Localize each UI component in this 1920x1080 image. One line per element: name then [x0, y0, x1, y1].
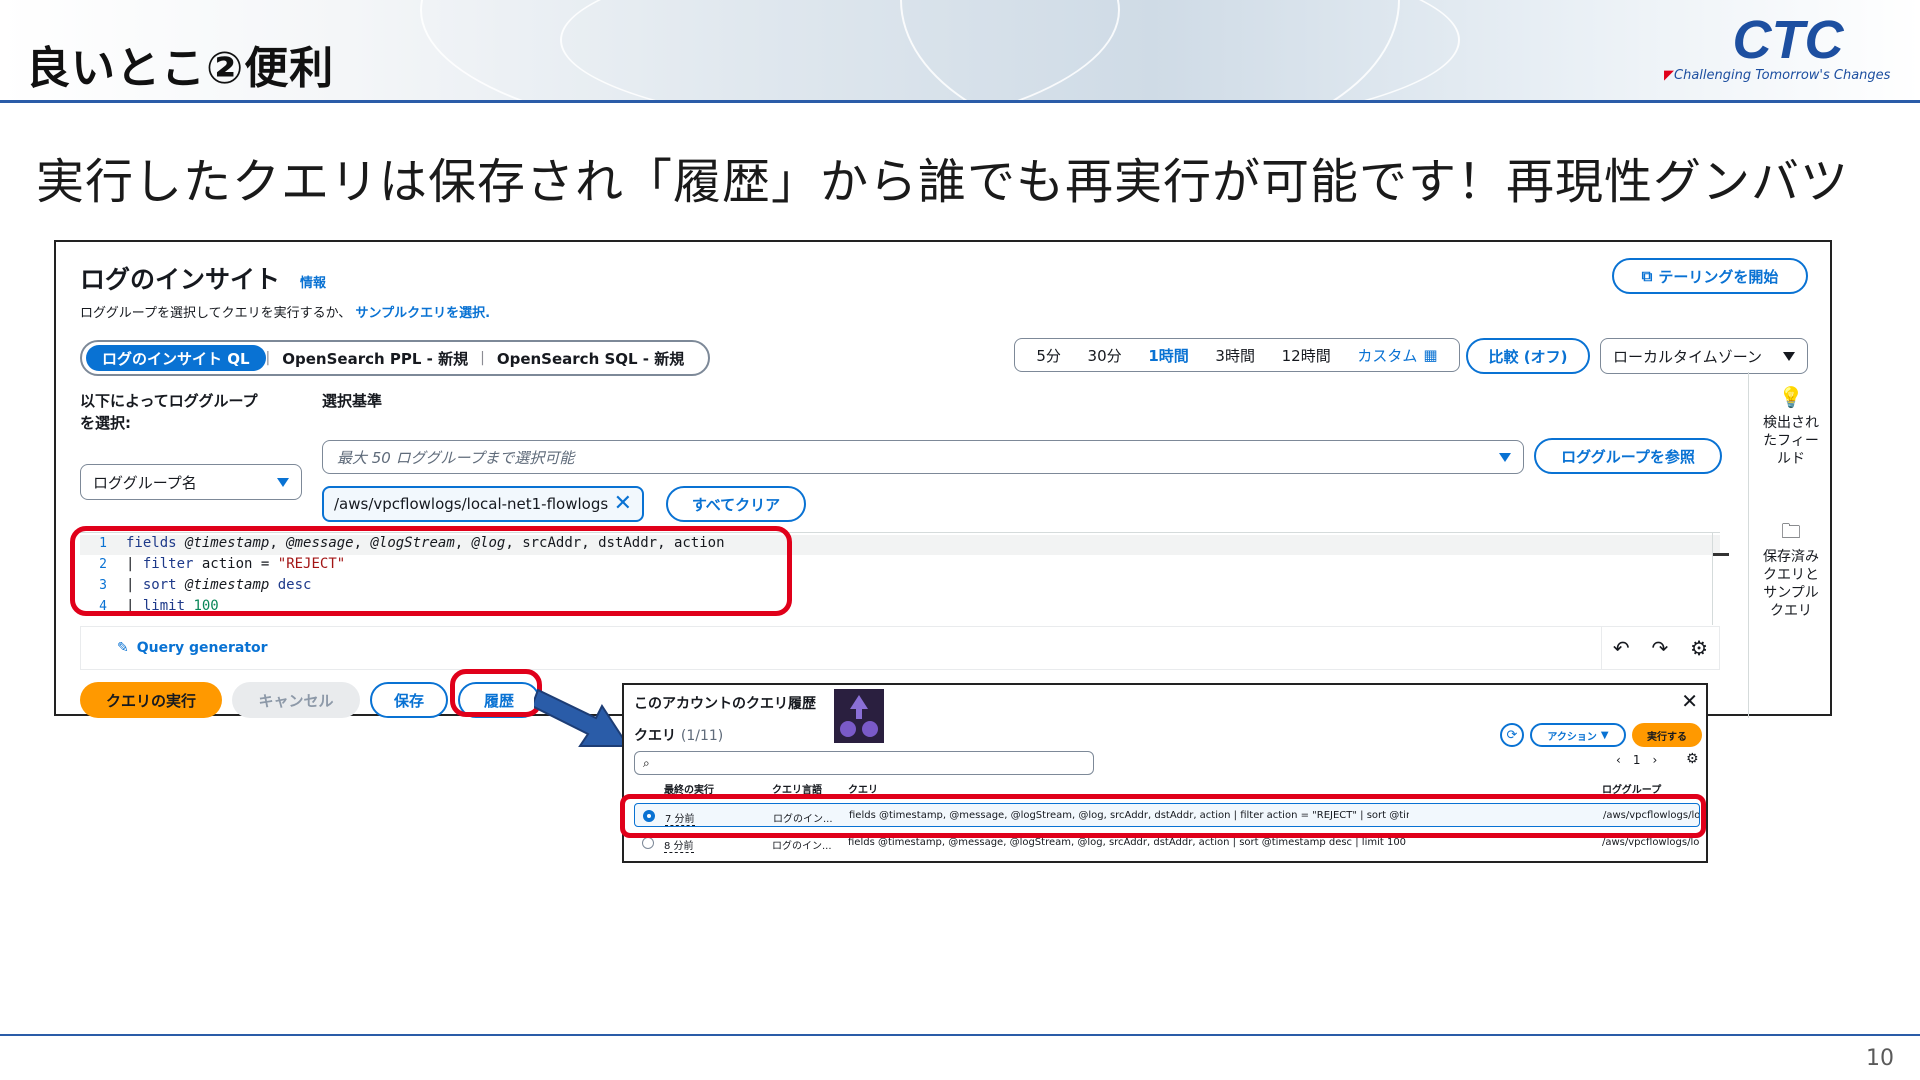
time-range-selector: 5分 30分 1時間 3時間 12時間 カスタム ▦: [1014, 338, 1460, 372]
lightbulb-icon: 💡: [1778, 385, 1804, 409]
console-description: ロググループを選択してクエリを実行するか、 サンプルクエリを選択.: [80, 302, 490, 321]
start-tailing-button[interactable]: ⧉ テーリングを開始: [1612, 258, 1808, 294]
timezone-select[interactable]: ローカルタイムゾーン: [1600, 338, 1808, 374]
row-log-group: /aws/vpcflowlogs/loca: [1602, 837, 1700, 848]
actions-label: アクション: [1547, 731, 1597, 743]
editor-tools: ↶ ↷ ⚙: [1601, 627, 1719, 669]
query-count: (1/11): [680, 728, 724, 744]
query-language-tabs: ログのインサイト QL | OpenSearch PPL - 新規 | Open…: [80, 340, 710, 376]
time-option-30m[interactable]: 30分: [1088, 345, 1122, 366]
select-by-label: 以下によってロググループを選択:: [80, 392, 258, 432]
query-generator-label: Query generator: [136, 640, 268, 656]
row-query: fields @timestamp, @message, @logStream,…: [848, 837, 1407, 848]
log-group-search-input[interactable]: 最大 50 ロググループまで選択可能: [322, 440, 1524, 474]
history-search-input[interactable]: ⌕: [634, 751, 1094, 775]
query-count-label: クエリ (1/11): [634, 725, 723, 745]
settings-icon[interactable]: ⚙: [1690, 636, 1708, 660]
console-title: ログのインサイト: [80, 265, 281, 294]
popup-run-button[interactable]: 実行する: [1632, 723, 1702, 747]
info-link[interactable]: 情報: [300, 272, 326, 291]
logs-insights-console: ログのインサイト 情報 ロググループを選択してクエリを実行するか、 サンプルクエ…: [54, 240, 1832, 718]
criteria-label: 選択基準: [322, 392, 383, 410]
next-page-icon[interactable]: ›: [1652, 753, 1657, 767]
tab-opensearch-ppl[interactable]: OpenSearch PPL - 新規: [270, 348, 480, 369]
ctc-logo-text: CTC: [1733, 14, 1845, 66]
compare-button[interactable]: 比較 (オフ): [1466, 338, 1590, 374]
caret-down-icon: ▼: [1600, 729, 1609, 741]
row-language: ログのイン...: [772, 841, 832, 852]
history-row-highlight-box: [620, 794, 1706, 838]
rail-saved-queries[interactable]: 🗀 保存済みクエリとサンプルクエリ: [1749, 519, 1833, 620]
header-rule: [0, 100, 1920, 103]
run-query-button[interactable]: クエリの実行: [80, 682, 222, 718]
side-rail: 💡 検出されたフィールド 🗀 保存済みクエリとサンプルクエリ: [1748, 372, 1832, 718]
time-option-12h[interactable]: 12時間: [1282, 345, 1331, 366]
thumbnail-image: [834, 689, 884, 743]
rail-discovered-fields-label: 検出されたフィールド: [1763, 415, 1819, 467]
rail-discovered-fields[interactable]: 💡 検出されたフィールド: [1749, 385, 1833, 468]
cancel-button[interactable]: キャンセル: [232, 682, 360, 718]
start-tailing-label: テーリングを開始: [1658, 267, 1779, 286]
calendar-icon: ▦: [1423, 346, 1438, 364]
settings-icon[interactable]: ⚙: [1686, 751, 1699, 767]
pagination: ‹ 1 ›: [1616, 753, 1657, 767]
save-button[interactable]: 保存: [370, 682, 448, 718]
time-option-5m[interactable]: 5分: [1036, 345, 1061, 366]
actions-button[interactable]: アクション ▼: [1530, 723, 1626, 747]
ctc-tagline: ◤Challenging Tomorrow's Changes: [1664, 68, 1891, 83]
selected-log-group-token: /aws/vpcflowlogs/local-net1-flowlogs ✕: [322, 486, 644, 522]
thumbnail-graphic: [840, 695, 878, 737]
rail-saved-queries-label: 保存済みクエリとサンプルクエリ: [1763, 549, 1819, 619]
time-option-3h[interactable]: 3時間: [1215, 345, 1255, 366]
query-highlight-box: [70, 526, 792, 616]
select-by-dropdown[interactable]: ロググループ名: [80, 464, 302, 500]
clear-all-button[interactable]: すべてクリア: [666, 486, 806, 522]
prev-page-icon[interactable]: ‹: [1616, 753, 1621, 767]
decorative-swirl: [900, 0, 1400, 100]
browse-log-groups-button[interactable]: ロググループを参照: [1534, 438, 1722, 474]
time-option-custom[interactable]: カスタム ▦: [1357, 345, 1437, 366]
sample-query-link[interactable]: サンプルクエリを選択.: [355, 306, 490, 321]
remove-icon[interactable]: ✕: [614, 493, 632, 515]
tagline-text: Challenging Tomorrow's Changes: [1674, 68, 1891, 83]
close-icon[interactable]: ✕: [1681, 689, 1698, 713]
redo-icon[interactable]: ↷: [1652, 636, 1669, 660]
magic-wand-icon: ✎: [117, 640, 129, 656]
page-number[interactable]: 1: [1633, 753, 1641, 767]
ctc-logo: CTC: [1733, 14, 1845, 66]
row-radio[interactable]: [642, 837, 654, 849]
refresh-icon[interactable]: ⟳: [1500, 723, 1524, 747]
caret-down-icon: [1499, 452, 1511, 462]
custom-label: カスタム: [1357, 346, 1418, 365]
slide-title: 良いとこ②便利: [26, 43, 335, 94]
popup-title: このアカウントのクエリ履歴: [634, 696, 816, 712]
row-time: 8 分前: [664, 837, 694, 853]
headline: 実行したクエリは保存され「履歴」から誰でも再実行が可能です！再現性グンバツ: [36, 154, 1850, 210]
footer-rule: [0, 1034, 1920, 1036]
scroll-thumb[interactable]: [1713, 553, 1729, 556]
query-label: クエリ: [634, 728, 676, 744]
external-link-icon: ⧉: [1641, 267, 1653, 285]
caret-down-icon: [1783, 351, 1795, 361]
editor-scrollbar[interactable]: [1712, 533, 1729, 625]
select-by-value: ロググループ名: [93, 473, 197, 492]
tab-opensearch-sql[interactable]: OpenSearch SQL - 新規: [485, 348, 696, 369]
description-text: ロググループを選択してクエリを実行するか、: [80, 306, 352, 321]
search-placeholder: 最大 50 ロググループまで選択可能: [337, 448, 575, 467]
query-generator-link[interactable]: ✎ Query generator: [117, 640, 268, 656]
selected-log-group-name: /aws/vpcflowlogs/local-net1-flowlogs: [334, 495, 609, 513]
history-highlight-box: [450, 669, 542, 717]
caret-down-icon: [277, 477, 289, 487]
query-generator-bar: ✎ Query generator ↶ ↷ ⚙: [80, 626, 1720, 670]
undo-icon[interactable]: ↶: [1613, 636, 1630, 660]
timezone-value: ローカルタイムゾーン: [1613, 347, 1762, 366]
time-option-1h[interactable]: 1時間: [1148, 345, 1188, 366]
page-number: 10: [1866, 1046, 1894, 1071]
folder-icon: 🗀: [1781, 519, 1801, 543]
search-icon: ⌕: [643, 755, 650, 770]
tab-insights-ql[interactable]: ログのインサイト QL: [86, 345, 266, 371]
